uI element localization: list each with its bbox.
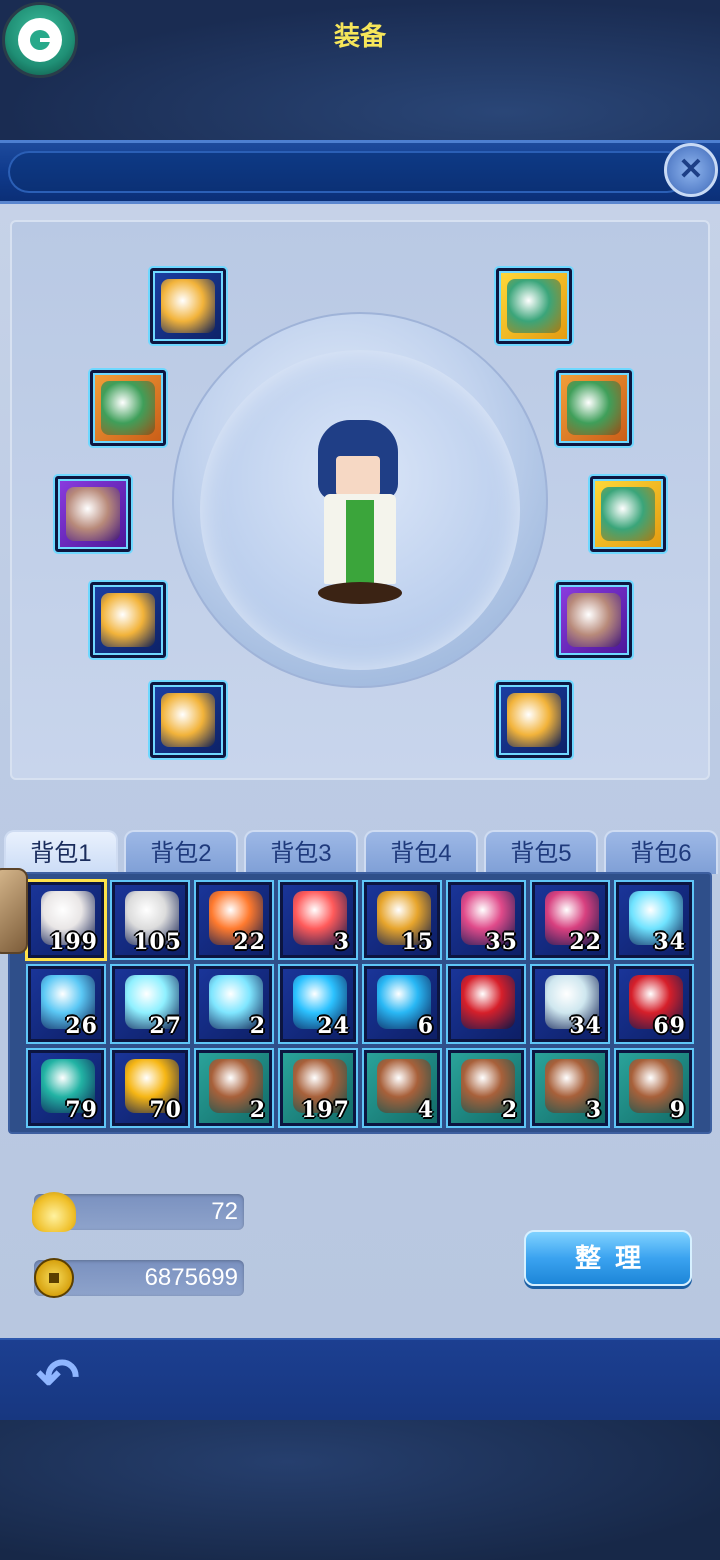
item-quantity: 24 [317, 1013, 350, 1039]
bag-slot[interactable] [448, 966, 524, 1042]
equip-slot-right-2[interactable] [556, 370, 632, 446]
item-quantity: 9 [669, 1097, 686, 1123]
item-quantity: 15 [401, 929, 434, 955]
bag-slot[interactable]: 197 [280, 1050, 356, 1126]
bag-slot[interactable]: 79 [28, 1050, 104, 1126]
back-button[interactable]: ↶ [30, 1349, 86, 1407]
jade-bracelet-icon [601, 487, 655, 541]
bag-slot[interactable]: 34 [532, 966, 608, 1042]
equip-slot-right-4[interactable] [556, 582, 632, 658]
bag-slot[interactable]: 2 [448, 1050, 524, 1126]
bag-slot[interactable]: 70 [112, 1050, 188, 1126]
bag-slot[interactable]: 199 [28, 882, 104, 958]
bag-slot[interactable]: 69 [616, 966, 692, 1042]
yin-yang-orb-icon [507, 693, 561, 747]
title-bar [0, 140, 720, 204]
bag-slot[interactable]: 105 [112, 882, 188, 958]
gold-ingot-icon [32, 1192, 76, 1232]
bag-slot[interactable]: 2 [196, 1050, 272, 1126]
equip-slot-right-5[interactable] [496, 682, 572, 758]
equip-slot-left-4[interactable] [90, 582, 166, 658]
sort-button[interactable]: 整理 [524, 1230, 692, 1286]
item-quantity: 26 [65, 1013, 98, 1039]
item-quantity: 22 [569, 929, 602, 955]
tab-bag-2[interactable]: 背包2 [124, 830, 238, 874]
character-avatar [300, 420, 420, 610]
tab-bag-5[interactable]: 背包5 [484, 830, 598, 874]
equip-slot-left-3[interactable] [55, 476, 131, 552]
bottom-background [0, 1420, 720, 1560]
blade-weapon-icon [161, 693, 215, 747]
coin-value: 6875699 [144, 1264, 238, 1291]
item-quantity: 35 [485, 929, 518, 955]
equip-slot-left-5[interactable] [150, 682, 226, 758]
floating-assistant-icon[interactable] [0, 868, 28, 954]
bag-slot[interactable]: 2 [196, 966, 272, 1042]
item-quantity: 2 [501, 1097, 518, 1123]
crystal-gem-icon [567, 593, 621, 647]
bag-slot[interactable]: 26 [28, 966, 104, 1042]
equip-slot-right-1[interactable] [496, 268, 572, 344]
item-quantity: 4 [417, 1097, 434, 1123]
item-quantity: 2 [249, 1013, 266, 1039]
close-icon: ✕ [678, 153, 704, 186]
bag-tabs: 背包1 背包2 背包3 背包4 背包5 背包6 [0, 830, 720, 874]
tab-bag-3[interactable]: 背包3 [244, 830, 358, 874]
green-jade-pendant-icon [101, 381, 155, 435]
bag-slot[interactable]: 3 [532, 1050, 608, 1126]
item-quantity: 27 [149, 1013, 182, 1039]
helmet-crown-icon [161, 279, 215, 333]
tab-bag-4[interactable]: 背包4 [364, 830, 478, 874]
ingot-value: 72 [211, 1198, 238, 1225]
footer-bar [0, 1338, 720, 1420]
item-quantity: 22 [233, 929, 266, 955]
item-quantity: 34 [653, 929, 686, 955]
tab-bag-1[interactable]: 背包1 [4, 830, 118, 874]
equip-slot-left-2[interactable] [90, 370, 166, 446]
red-gem-book-icon [461, 975, 515, 1029]
copper-coin-icon [34, 1258, 74, 1298]
item-quantity: 79 [65, 1097, 98, 1123]
bag-slot[interactable]: 22 [196, 882, 272, 958]
back-arrow-icon: ↶ [36, 1349, 80, 1407]
item-quantity: 70 [149, 1097, 182, 1123]
item-quantity: 105 [133, 929, 182, 955]
item-quantity: 6 [417, 1013, 434, 1039]
item-quantity: 199 [49, 929, 98, 955]
item-quantity: 2 [249, 1097, 266, 1123]
bag-slot[interactable]: 22 [532, 882, 608, 958]
bag-slot[interactable]: 34 [616, 882, 692, 958]
bag-slot[interactable]: 15 [364, 882, 440, 958]
bag-slot[interactable]: 35 [448, 882, 524, 958]
bag-slot[interactable]: 24 [280, 966, 356, 1042]
boots-icon [101, 593, 155, 647]
item-quantity: 34 [569, 1013, 602, 1039]
bag-slot[interactable]: 27 [112, 966, 188, 1042]
close-button[interactable]: ✕ [664, 143, 718, 197]
item-quantity: 3 [585, 1097, 602, 1123]
tab-bag-6[interactable]: 背包6 [604, 830, 718, 874]
item-quantity: 3 [333, 929, 350, 955]
page-title: 装备 [333, 21, 386, 51]
item-quantity: 69 [653, 1013, 686, 1039]
bag-slot[interactable]: 6 [364, 966, 440, 1042]
equip-slot-left-1[interactable] [150, 268, 226, 344]
white-cloak-icon [567, 381, 621, 435]
bag-slot[interactable]: 4 [364, 1050, 440, 1126]
item-quantity: 197 [301, 1097, 350, 1123]
bag-slot[interactable]: 3 [280, 882, 356, 958]
talisman-charm-icon [507, 279, 561, 333]
bag-slot[interactable]: 9 [616, 1050, 692, 1126]
armor-robe-icon [66, 487, 120, 541]
equip-slot-right-3[interactable] [590, 476, 666, 552]
